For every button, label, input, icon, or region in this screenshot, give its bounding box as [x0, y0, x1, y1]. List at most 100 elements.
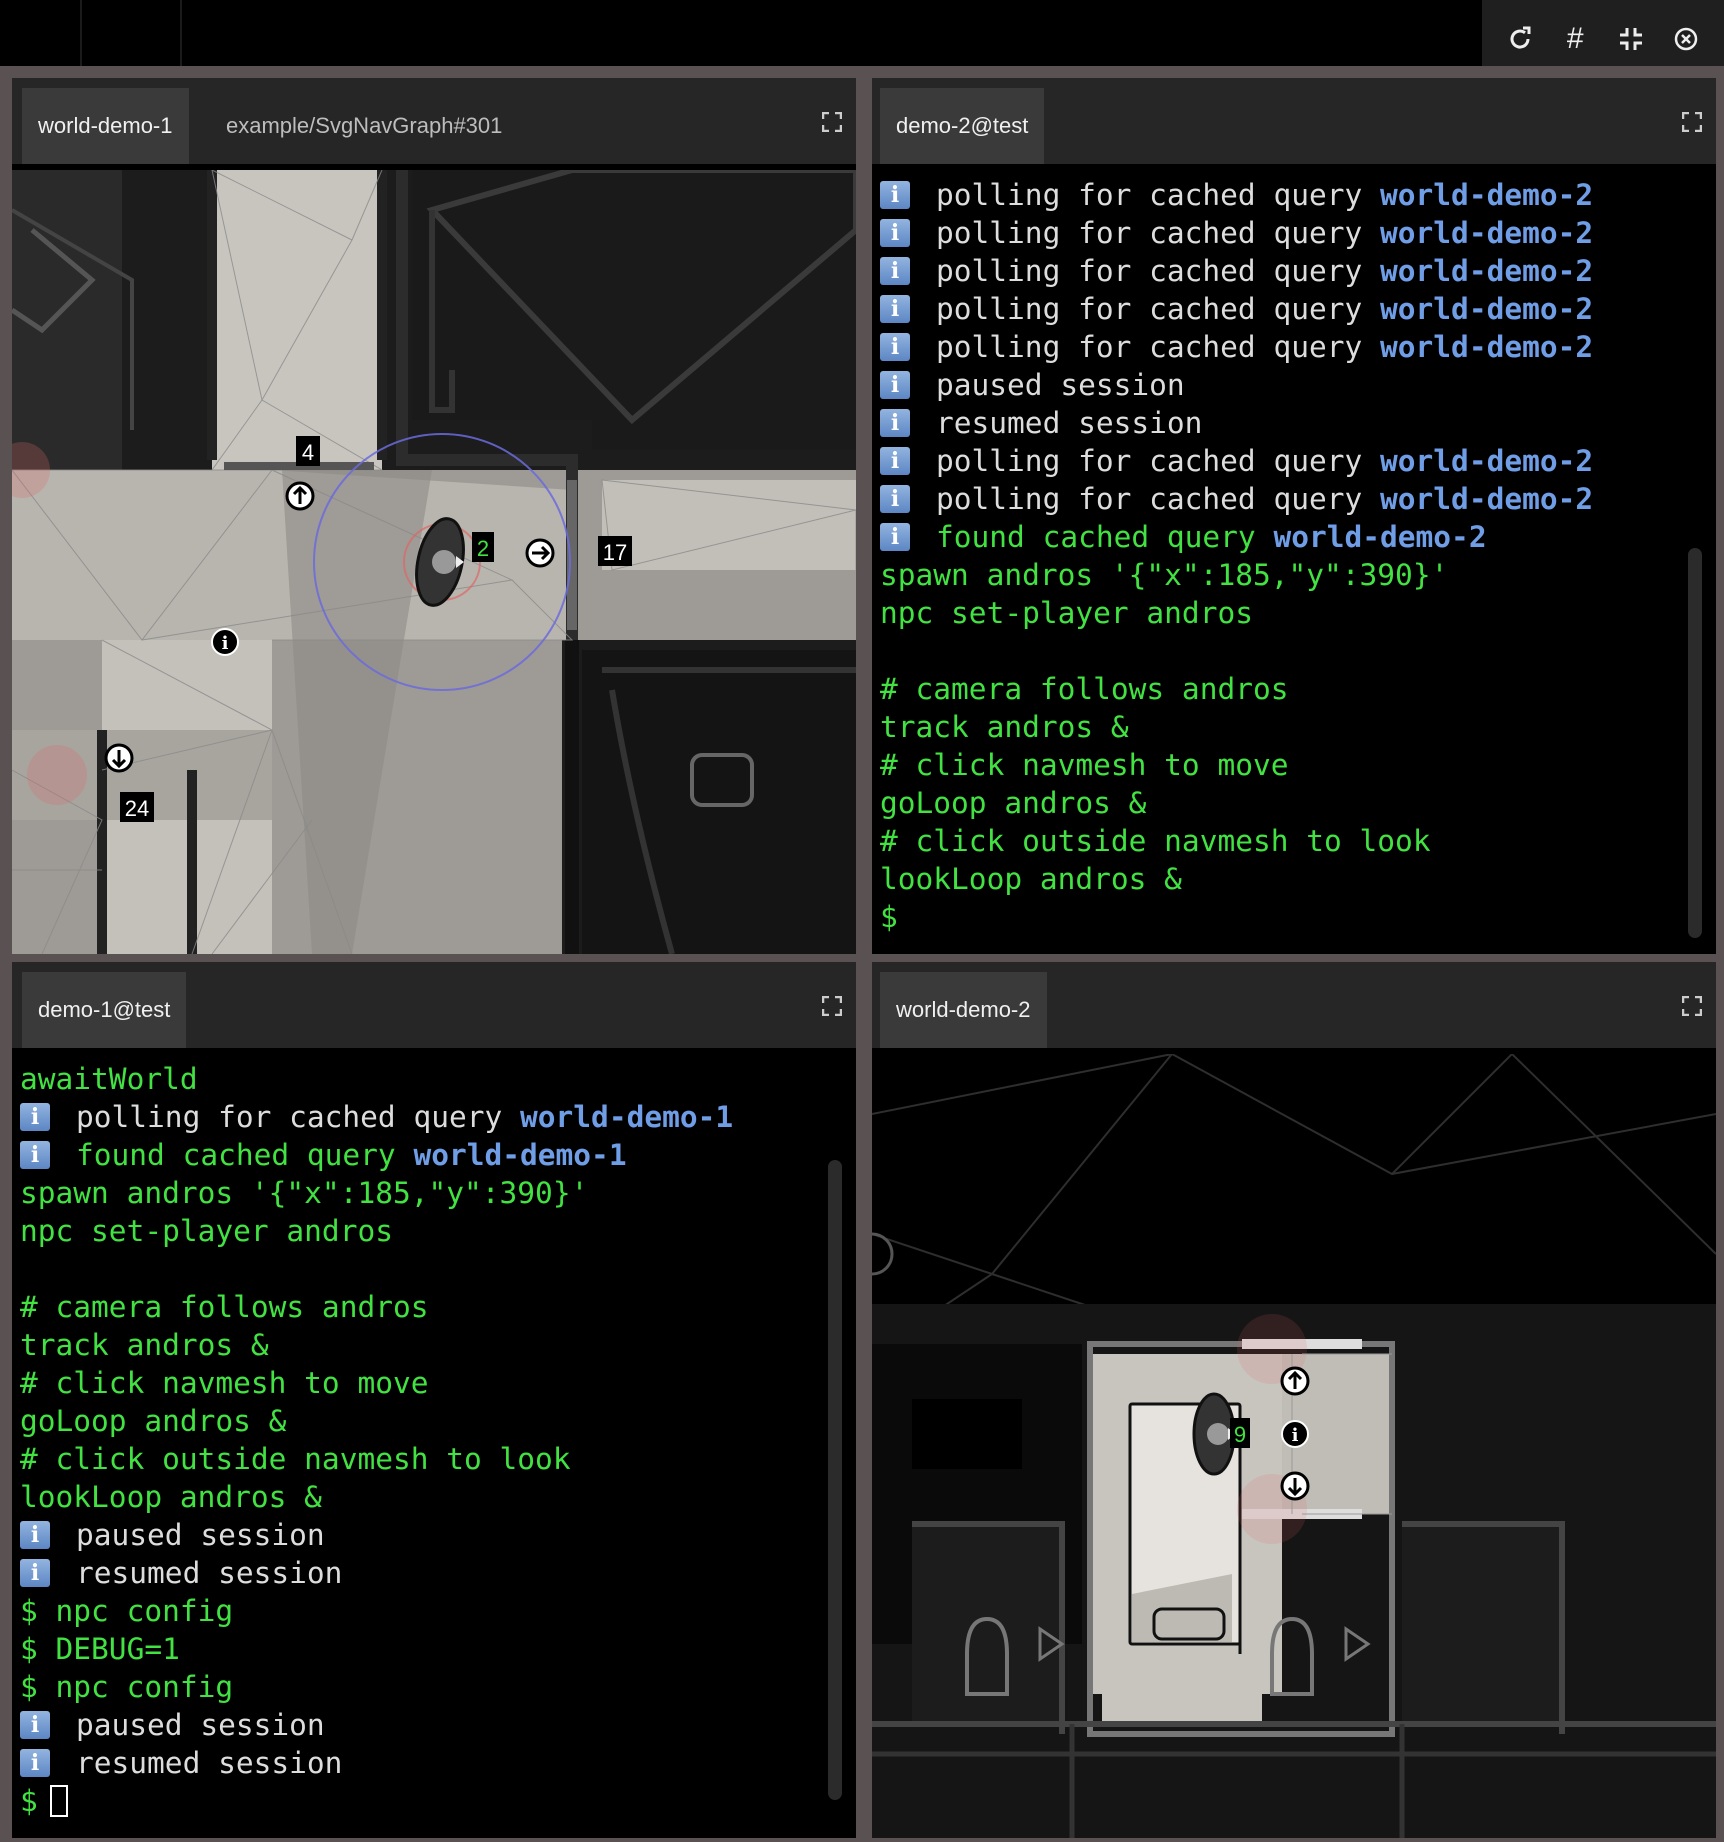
terminal-text: # click navmesh to move: [880, 748, 1289, 782]
terminal-text: found cached query: [76, 1138, 414, 1172]
terminal-text: $ npc config: [20, 1594, 234, 1628]
player-character[interactable]: [1192, 1392, 1236, 1476]
top-bar-divider: [80, 0, 82, 66]
terminal-text: $: [880, 900, 898, 934]
close-icon[interactable]: [1666, 25, 1706, 53]
svg-text:i: i: [222, 633, 229, 654]
query-ref: world-demo-2: [1380, 292, 1594, 326]
tab-world-demo-2[interactable]: world-demo-2: [880, 972, 1047, 1048]
tab-world-demo-1[interactable]: world-demo-1: [22, 88, 189, 164]
world-map-svg[interactable]: 9 i: [872, 1054, 1716, 1838]
info-icon: i: [20, 1521, 50, 1549]
info-icon: i: [880, 257, 910, 285]
tab-demo-1-test[interactable]: demo-1@test: [22, 972, 187, 1048]
info-icon: i: [20, 1559, 50, 1587]
world-view[interactable]: i 4 2 17 24: [12, 170, 856, 954]
info-icon: i: [880, 219, 910, 247]
terminal-line: i polling for cached query world-demo-2: [880, 252, 1708, 290]
query-ref: world-demo-2: [1380, 444, 1594, 478]
terminal-line: i polling for cached query world-demo-2: [880, 176, 1708, 214]
terminal-line: $: [880, 898, 1708, 936]
terminal-line: # camera follows andros: [880, 670, 1708, 708]
terminal-text: polling for cached query: [936, 216, 1381, 250]
terminal-line: spawn andros '{"x":185,"y":390}': [20, 1174, 848, 1212]
terminal-text: polling for cached query: [936, 178, 1381, 212]
up-arrow-icon[interactable]: [1280, 1366, 1310, 1396]
info-icon[interactable]: i: [1281, 1420, 1309, 1448]
terminal-line: i polling for cached query world-demo-1: [20, 1098, 848, 1136]
info-icon[interactable]: i: [211, 628, 239, 656]
terminal-text: # camera follows andros: [20, 1290, 429, 1324]
refresh-icon[interactable]: [1500, 25, 1540, 53]
terminal-line: i found cached query world-demo-1: [20, 1136, 848, 1174]
node-label: 24: [120, 792, 154, 822]
terminal-text: spawn andros '{"x":185,"y":390}': [880, 558, 1449, 592]
info-icon: i: [880, 485, 910, 513]
world-map-svg[interactable]: i 4 2 17 24: [12, 170, 856, 954]
terminal-text: lookLoop andros &: [20, 1480, 322, 1514]
info-icon: i: [20, 1749, 50, 1777]
query-ref: world-demo-2: [1380, 216, 1594, 250]
tab-svg-nav-graph[interactable]: example/SvgNavGraph#301: [210, 88, 518, 164]
terminal-text: # click outside navmesh to look: [20, 1442, 571, 1476]
terminal-text: resumed session: [76, 1556, 343, 1590]
terminal-line: npc set-player andros: [880, 594, 1708, 632]
terminal-line: $ DEBUG=1: [20, 1630, 848, 1668]
terminal-line: i resumed session: [880, 404, 1708, 442]
top-bar: [0, 0, 1724, 66]
terminal-line: i polling for cached query world-demo-2: [880, 442, 1708, 480]
down-arrow-icon[interactable]: [104, 743, 134, 773]
terminal-text: paused session: [76, 1708, 325, 1742]
right-arrow-icon[interactable]: [525, 538, 555, 568]
terminal-line: track andros &: [20, 1326, 848, 1364]
tab-demo-2-test[interactable]: demo-2@test: [880, 88, 1045, 164]
world-view[interactable]: 9 i: [872, 1054, 1716, 1838]
minimize-icon[interactable]: [1611, 25, 1651, 53]
maximize-icon[interactable]: [822, 112, 842, 132]
query-ref: world-demo-1: [413, 1138, 627, 1172]
terminal-line: $: [20, 1782, 848, 1820]
scrollbar[interactable]: [1688, 548, 1702, 938]
terminal-text: found cached query: [936, 520, 1274, 554]
maximize-icon[interactable]: [1682, 996, 1702, 1016]
svg-text:24: 24: [125, 796, 149, 821]
down-arrow-icon[interactable]: [1280, 1471, 1310, 1501]
info-icon: i: [880, 371, 910, 399]
terminal-line: # click navmesh to move: [880, 746, 1708, 784]
terminal-text: $: [20, 1784, 38, 1818]
terminal-line: i found cached query world-demo-2: [880, 518, 1708, 556]
terminal-text: polling for cached query: [936, 292, 1381, 326]
terminal-line: i polling for cached query world-demo-2: [880, 290, 1708, 328]
grid-icon[interactable]: #: [1555, 24, 1595, 54]
terminal-text: # click navmesh to move: [20, 1366, 429, 1400]
terminal-line: i paused session: [20, 1706, 848, 1744]
pane-world-demo-2: world-demo-2 9 i: [872, 962, 1716, 1838]
svg-text:9: 9: [1234, 1422, 1246, 1447]
terminal-line: npc set-player andros: [20, 1212, 848, 1250]
query-ref: world-demo-2: [1380, 482, 1594, 516]
pane-world-demo-1: world-demo-1 example/SvgNavGraph#301 i 4…: [12, 78, 856, 954]
terminal-line: i resumed session: [20, 1744, 848, 1782]
terminal-cursor[interactable]: [49, 1785, 68, 1817]
terminal-output[interactable]: i polling for cached query world-demo-2 i p…: [872, 170, 1716, 954]
maximize-icon[interactable]: [1682, 112, 1702, 132]
terminal-output[interactable]: awaitWorld i polling for cached query worl…: [12, 1054, 856, 1838]
info-icon: i: [20, 1141, 50, 1169]
terminal-line: goLoop andros &: [880, 784, 1708, 822]
maximize-icon[interactable]: [822, 996, 842, 1016]
terminal-text: paused session: [936, 368, 1185, 402]
up-arrow-icon[interactable]: [285, 481, 315, 511]
terminal-text: awaitWorld: [20, 1062, 198, 1096]
node-label: 2: [472, 532, 494, 562]
svg-text:17: 17: [603, 540, 627, 565]
terminal-text: spawn andros '{"x":185,"y":390}': [20, 1176, 589, 1210]
terminal-line: $ npc config: [20, 1668, 848, 1706]
terminal-line: awaitWorld: [20, 1060, 848, 1098]
terminal-text: goLoop andros &: [880, 786, 1147, 820]
terminal-line: i resumed session: [20, 1554, 848, 1592]
scrollbar[interactable]: [828, 1160, 842, 1800]
info-icon: i: [880, 409, 910, 437]
tab-bar: demo-2@test: [872, 78, 1716, 164]
terminal-text: goLoop andros &: [20, 1404, 287, 1438]
